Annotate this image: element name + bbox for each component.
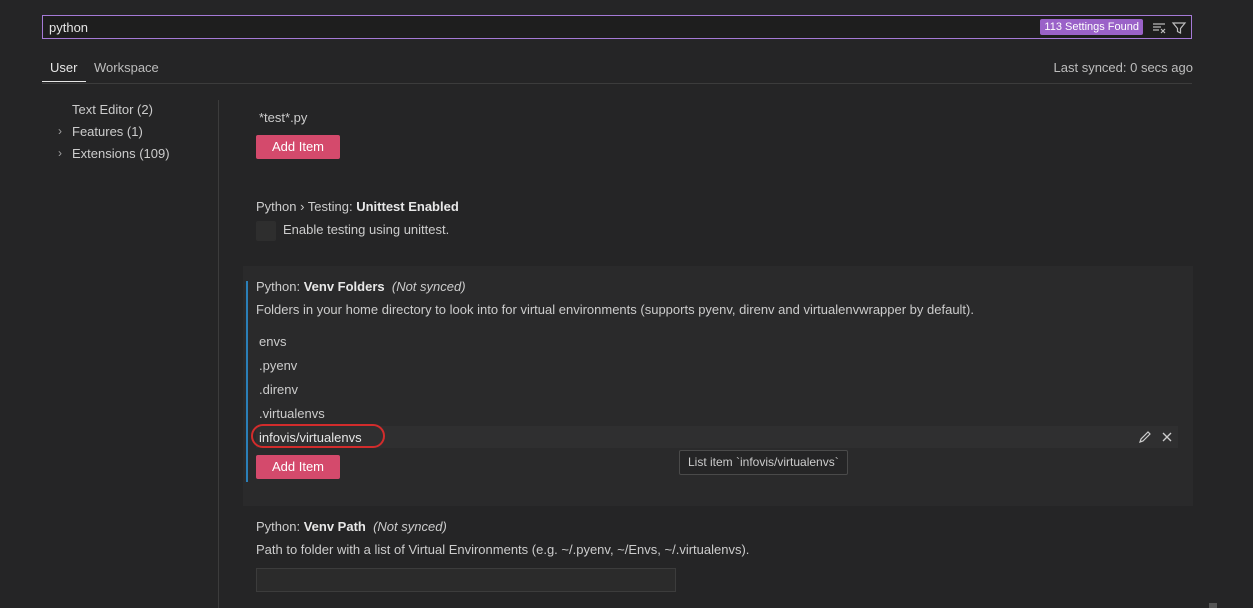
- tab-user[interactable]: User: [50, 60, 77, 75]
- setting-name: Unittest Enabled: [356, 199, 459, 214]
- focus-indicator: [246, 281, 248, 482]
- list-item-tooltip: List item `infovis/virtualenvs`: [679, 450, 848, 475]
- not-synced-note: (Not synced): [373, 519, 447, 534]
- filter-icon[interactable]: [1171, 20, 1187, 36]
- toc-item-features[interactable]: Features (1): [72, 124, 143, 139]
- setting-description: Path to folder with a list of Virtual En…: [256, 542, 750, 557]
- toc-item-extensions[interactable]: Extensions (109): [72, 146, 170, 161]
- clear-filter-icon[interactable]: [1151, 20, 1167, 36]
- list-item[interactable]: .virtualenvs: [259, 406, 325, 421]
- list-item[interactable]: .direnv: [259, 382, 298, 397]
- unittest-enabled-checkbox[interactable]: [256, 221, 276, 241]
- setting-category: Python:: [256, 279, 304, 294]
- add-item-button[interactable]: Add Item: [256, 135, 340, 159]
- setting-category: Python:: [256, 519, 304, 534]
- setting-description: Folders in your home directory to look i…: [256, 302, 974, 317]
- list-item[interactable]: *test*.py: [259, 110, 307, 125]
- search-query-text: python: [49, 20, 89, 35]
- list-row-hover[interactable]: [256, 426, 1178, 448]
- not-synced-note: (Not synced): [391, 279, 466, 294]
- tabs-divider: [42, 83, 1192, 84]
- chevron-right-icon[interactable]: ›: [58, 124, 62, 138]
- setting-category: Python › Testing:: [256, 199, 357, 214]
- setting-name: Venv Path: [303, 519, 366, 534]
- setting-description: Enable testing using unittest.: [283, 222, 450, 237]
- venv-path-input[interactable]: [256, 568, 676, 592]
- setting-title-venv-path: Python: Venv Path (Not synced): [256, 519, 447, 534]
- close-icon[interactable]: [1159, 429, 1175, 448]
- settings-search-input[interactable]: python 113 Settings Found: [42, 15, 1192, 39]
- results-count-badge: 113 Settings Found: [1040, 19, 1143, 35]
- toc-item-text-editor[interactable]: Text Editor (2): [72, 102, 153, 117]
- list-item[interactable]: .pyenv: [259, 358, 297, 373]
- scrollbar-thumb[interactable]: [1209, 603, 1217, 608]
- setting-name: Venv Folders: [303, 279, 385, 294]
- setting-title-unittest: Python › Testing: Unittest Enabled: [256, 199, 459, 214]
- annotation-circle: [251, 424, 385, 448]
- sync-status: Last synced: 0 secs ago: [1053, 60, 1193, 75]
- add-item-button[interactable]: Add Item: [256, 455, 340, 479]
- edit-icon[interactable]: [1137, 429, 1153, 448]
- tab-user-active-indicator: [42, 81, 86, 82]
- tab-workspace[interactable]: Workspace: [94, 60, 159, 75]
- list-item[interactable]: envs: [259, 334, 286, 349]
- setting-title-venv-folders: Python: Venv Folders (Not synced): [256, 279, 466, 294]
- chevron-right-icon[interactable]: ›: [58, 146, 62, 160]
- toc-divider: [218, 100, 219, 608]
